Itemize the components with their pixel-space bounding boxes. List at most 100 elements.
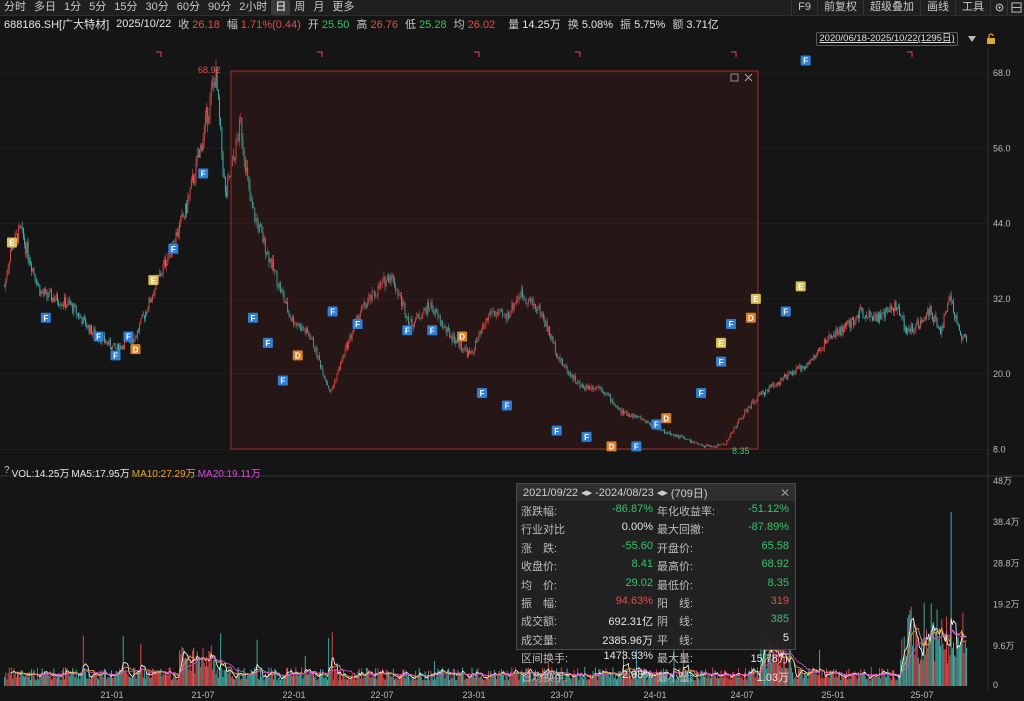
stat-label: 阴 线: — [657, 616, 694, 629]
volume-bar — [341, 679, 343, 686]
candle-body — [85, 318, 87, 327]
help-icon[interactable]: ? — [4, 465, 10, 480]
stat-label: 最高价: — [657, 561, 694, 574]
candle-body — [877, 313, 879, 322]
candle-body — [138, 330, 139, 332]
start-stepper-icon[interactable]: ◂▸ — [581, 486, 592, 499]
candle-body — [34, 273, 36, 281]
volume-bar — [416, 679, 418, 686]
volume-bar — [365, 667, 367, 686]
candle-body — [880, 312, 882, 320]
volume-bar — [271, 671, 273, 686]
volume-bar — [39, 676, 41, 686]
time-tick: 23-01 — [462, 690, 485, 700]
candle-body — [909, 329, 911, 333]
event-marker-label: F — [699, 389, 704, 398]
volume-bar — [295, 667, 297, 686]
volume-bar — [367, 668, 368, 686]
candle-body — [802, 366, 804, 368]
candle-body — [22, 227, 24, 238]
volume-bar — [335, 668, 337, 686]
candle-body — [121, 346, 123, 349]
stat-label: 阳 线: — [657, 597, 694, 610]
candle-body — [930, 306, 932, 313]
candle-body — [21, 227, 23, 228]
volume-bar — [328, 638, 330, 686]
candle-body — [821, 349, 823, 351]
event-marker-label: F — [430, 326, 435, 335]
interval-start[interactable]: 2021/09/22 — [523, 487, 578, 499]
volume-bar — [947, 662, 949, 686]
selection-high-label: 68.92 — [198, 65, 221, 75]
candle-body — [827, 338, 829, 341]
stat-label: 最低价: — [657, 579, 694, 592]
volume-bar — [263, 680, 265, 686]
volume-bar — [451, 678, 453, 686]
volume-bar — [87, 678, 89, 686]
candle-body — [922, 319, 924, 323]
volume-bar — [425, 680, 427, 686]
volume-bar — [273, 679, 274, 686]
volume-bar — [395, 678, 397, 686]
candle-body — [853, 317, 855, 326]
volume-bar — [86, 678, 88, 686]
volume-bar — [487, 670, 489, 686]
candle-body — [816, 351, 818, 357]
volume-bar — [847, 679, 849, 686]
candle-body — [142, 315, 144, 316]
candle-body — [153, 295, 155, 297]
candle-body — [793, 371, 795, 375]
candle-body — [848, 320, 850, 324]
volume-bar — [207, 666, 209, 686]
close-icon[interactable]: ✕ — [780, 486, 790, 500]
kline-chart[interactable]: 68.928.35 EEFFFFFFDFFFDFFF FDFFFFD FFDFFEF… — [0, 0, 1024, 701]
candle-body — [33, 268, 35, 274]
candle-body — [212, 82, 213, 88]
volume-bar — [108, 677, 110, 686]
candle-body — [829, 334, 831, 336]
volume-bar — [258, 679, 260, 686]
volume-bar — [914, 654, 916, 686]
candle-body — [112, 345, 114, 350]
candle-body — [894, 301, 896, 312]
volume-bar — [302, 678, 304, 686]
candle-body — [862, 312, 864, 318]
volume-bar — [930, 603, 932, 686]
volume-bar — [118, 673, 119, 686]
volume-bar — [175, 677, 177, 686]
volume-bar — [445, 674, 447, 686]
candle-body — [776, 383, 778, 385]
volume-bar — [918, 663, 920, 686]
volume-bar — [916, 636, 918, 686]
volume-bar — [202, 647, 204, 686]
candle-body — [807, 363, 809, 367]
candle-body — [762, 390, 764, 393]
candle-body — [956, 315, 958, 323]
volume-bar — [432, 679, 434, 686]
volume-bar — [42, 674, 44, 686]
volume-bar — [237, 667, 239, 686]
event-marker-label: F — [280, 377, 285, 386]
candle-body — [796, 367, 798, 369]
volume-legend: ? VOL:14.25万 MA5:17.95万 MA10:27.29万 MA20… — [4, 465, 261, 480]
candle-body — [948, 300, 950, 305]
volume-bar — [5, 672, 7, 686]
candle-body — [139, 324, 141, 331]
volume-bar — [248, 674, 250, 686]
candle-body — [199, 149, 200, 158]
candle-body — [783, 374, 785, 379]
candle-body — [856, 315, 858, 318]
interval-end[interactable]: 2024/08/23 — [599, 487, 654, 499]
end-stepper-icon[interactable]: ◂▸ — [657, 486, 668, 499]
volume-bar — [173, 673, 175, 686]
volume-bar — [805, 671, 806, 686]
volume-bar — [896, 679, 898, 686]
candle-body — [801, 366, 803, 371]
candle-body — [918, 326, 920, 328]
candle-body — [879, 312, 880, 322]
candle-body — [940, 328, 942, 335]
volume-bar — [385, 669, 387, 686]
volume-bar — [72, 668, 74, 686]
volume-bar — [114, 674, 116, 686]
volume-bar — [123, 670, 125, 686]
